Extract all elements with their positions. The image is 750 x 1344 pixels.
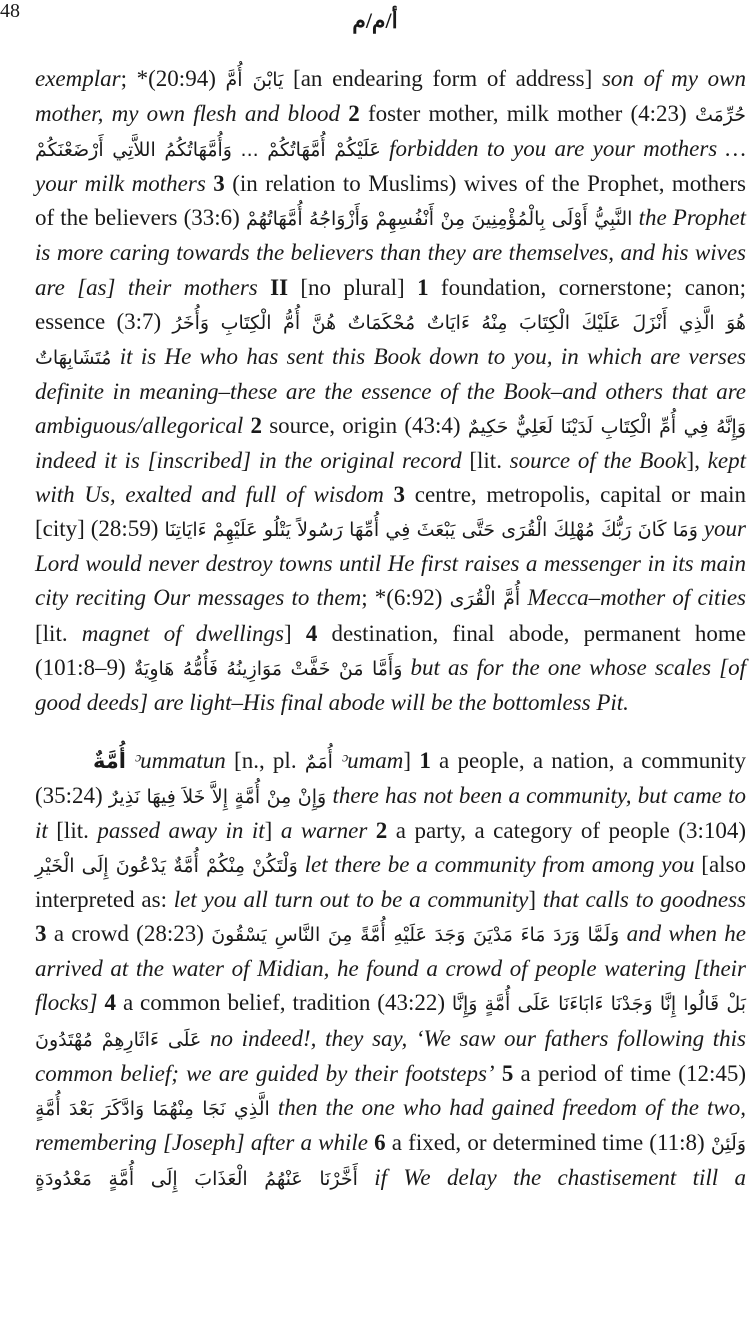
- sense-number: 1: [419, 747, 431, 773]
- plain-text: [an endearing form of address]: [283, 66, 602, 91]
- plain-text: a period of time (12:45): [513, 1060, 747, 1086]
- english-gloss: Mecca–mother of cities: [527, 585, 746, 611]
- english-gloss: exemplar: [35, 66, 121, 91]
- english-gloss: if We delay the chastisement till a: [374, 1164, 746, 1190]
- plain-text: ]: [403, 747, 420, 773]
- running-head-root-letters: أ/م/م: [352, 8, 398, 33]
- plain-text: [111, 344, 119, 369]
- sense-number: 2: [348, 101, 360, 127]
- plain-text: ]: [283, 620, 306, 646]
- plain-text: a fixed, or determined time (11:8): [385, 1129, 711, 1155]
- headword-arabic: أُمَّةٌ: [93, 748, 126, 773]
- sense-number: 3: [213, 171, 225, 197]
- arabic-quote: وَمَا كَانَ رَبُّكَ مُهْلِكَ الْقُرَى حَ…: [164, 519, 698, 542]
- plain-text: [126, 748, 134, 773]
- plain-text: [lit.: [47, 817, 98, 843]
- sense-number: 4: [305, 620, 318, 646]
- english-gloss: ᵓummatun: [134, 747, 226, 773]
- english-gloss: let you all turn out to be a community: [173, 887, 529, 913]
- plain-text: [384, 482, 394, 507]
- plain-text: ]: [264, 817, 281, 843]
- dictionary-body: exemplar; *(20:94) يَابْنَ أُمَّ [an end…: [35, 62, 746, 1196]
- english-gloss: source of the Book: [509, 448, 687, 474]
- sense-number: 2: [375, 817, 388, 843]
- plain-text: [201, 1026, 210, 1051]
- arabic-quote: وَإِنَّهُ فِي أُمِّ الْكِتَابِ لَدَيْنَا…: [467, 415, 746, 438]
- arabic-quote: وَأَمَّا مَنْ خَفَّتْ مَوَازِينُهُ فَأُم…: [133, 657, 403, 680]
- plain-text: [358, 1165, 374, 1190]
- sense-number: 1: [417, 274, 429, 300]
- sense-number: 3: [393, 482, 406, 508]
- arabic-quote: وَلْتَكُنْ مِنْكُمْ أُمَّةٌ يَدْعُونَ إِ…: [35, 855, 298, 878]
- plain-text: [n., pl.: [225, 747, 305, 773]
- arabic-quote: النَّبِيُّ أَوْلَى بِالْمُؤْمِنِينَ مِنْ…: [245, 208, 633, 231]
- plain-text: foster mother, milk mother (4:23): [359, 101, 695, 127]
- english-gloss: passed away in it: [97, 817, 265, 843]
- plain-text: [no plural]: [288, 274, 418, 300]
- english-gloss: that calls to goodness: [542, 887, 746, 913]
- english-gloss: ᵓumam: [341, 747, 404, 773]
- english-gloss: magnet of dwellings: [81, 620, 284, 646]
- sense-number: II: [270, 274, 289, 300]
- arabic-quote: الَّذِي نَجَا مِنْهُمَا وَادَّكَرَ بَعْد…: [35, 1097, 270, 1120]
- plain-text: [lit.: [35, 620, 82, 646]
- sense-number: 6: [374, 1129, 386, 1155]
- sense-number: 4: [104, 990, 117, 1016]
- english-gloss: indeed it is [inscribed] in the original…: [35, 448, 462, 474]
- arabic-quote: وَإِنْ مِنْ أُمَّةٍ إِلاَّ خَلاَ فِيهَا …: [108, 785, 327, 808]
- plain-text: source, origin (43:4): [262, 412, 468, 438]
- plain-text: ],: [686, 448, 708, 474]
- arabic-quote: أُمَّ الْقُرَى: [449, 588, 521, 611]
- plain-text: [lit.: [461, 448, 510, 474]
- entry-continuation-paragraph: exemplar; *(20:94) يَابْنَ أُمَّ [an end…: [35, 62, 746, 720]
- plain-text: a common belief, tradition (43:22): [116, 990, 452, 1016]
- entry-ummah-paragraph: أُمَّةٌ ᵓummatun [n., pl. أُمَمٌ ᵓumam] …: [35, 744, 746, 1196]
- plain-text: [298, 852, 305, 877]
- sense-number: 3: [35, 921, 47, 947]
- plain-text: [340, 101, 348, 126]
- plain-text: [270, 1095, 278, 1120]
- plain-text: a crowd (28:23): [46, 921, 212, 947]
- plain-text: ; *(20:94): [120, 66, 226, 91]
- arabic-quote: وَلَمَّا وَرَدَ مَاءَ مَدْيَنَ وَجَدَ عَ…: [211, 924, 620, 947]
- dictionary-page: { "page_number": "48", "running_head": "…: [0, 0, 750, 1344]
- plain-text: [381, 136, 389, 161]
- plain-text: [402, 655, 410, 680]
- plain-text: ]: [528, 887, 543, 913]
- sense-number: 2: [250, 412, 263, 438]
- plain-text: [495, 1061, 502, 1086]
- plain-text: [367, 818, 376, 843]
- plain-text: [619, 921, 626, 946]
- plain-text: [333, 748, 341, 773]
- english-gloss: let there be a community from among you: [304, 852, 695, 878]
- sense-number: 5: [501, 1060, 514, 1086]
- arabic-quote: يَابْنَ أُمَّ: [225, 69, 284, 91]
- plain-text: ; *(6:92): [361, 585, 450, 611]
- plain-text: a party, a category of people (3:104): [387, 817, 747, 843]
- arabic-quote: أُمَمٌ: [304, 750, 333, 773]
- english-gloss: a warner: [280, 817, 368, 843]
- plain-text: [243, 413, 250, 438]
- plain-text: [98, 990, 105, 1015]
- plain-text: [258, 275, 270, 300]
